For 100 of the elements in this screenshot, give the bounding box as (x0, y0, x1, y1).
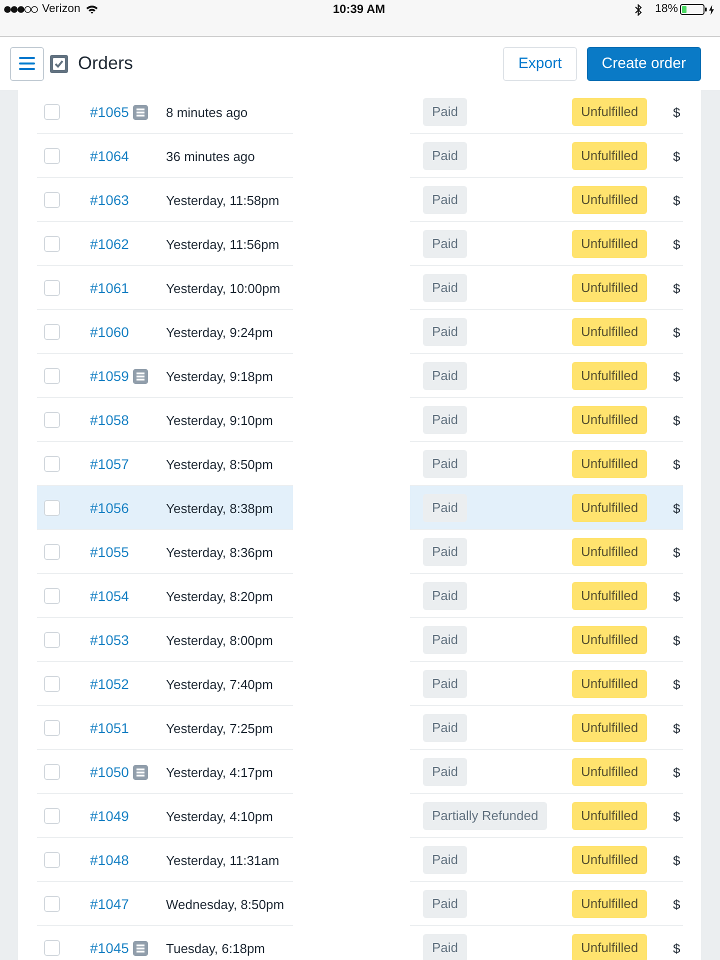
battery-icon (680, 4, 707, 15)
order-date: Yesterday, 8:38pm (166, 500, 273, 516)
order-total: $ (673, 500, 680, 516)
fulfillment-status-badge: Unfulfilled (572, 362, 648, 390)
order-date: Yesterday, 8:20pm (166, 588, 273, 604)
payment-status-badge: Paid (423, 142, 468, 170)
row-checkbox[interactable] (44, 324, 60, 340)
row-checkbox[interactable] (44, 280, 60, 296)
payment-status-badge: Paid (423, 450, 468, 478)
export-button[interactable]: Export (503, 46, 577, 80)
order-number-link[interactable]: #1047 (90, 896, 129, 912)
order-date: Yesterday, 10:00pm (166, 280, 280, 296)
order-total: $ (673, 412, 680, 428)
order-date: 8 minutes ago (166, 104, 248, 120)
order-total: $ (673, 324, 680, 340)
order-number-link[interactable]: #1049 (90, 808, 129, 824)
payment-status-badge: Paid (423, 406, 468, 434)
order-number-link[interactable]: #1058 (90, 412, 129, 428)
order-number-link[interactable]: #1050 (90, 764, 129, 780)
order-total: $ (673, 280, 680, 296)
order-total: $ (673, 852, 680, 868)
fulfillment-status-badge: Unfulfilled (572, 494, 648, 522)
order-number-link[interactable]: #1061 (90, 280, 129, 296)
payment-status-badge: Paid (423, 758, 468, 786)
order-number-link[interactable]: #1054 (90, 588, 129, 604)
fulfillment-status-badge: Unfulfilled (572, 230, 648, 258)
fulfillment-status-badge: Unfulfilled (572, 406, 648, 434)
order-number-link[interactable]: #1051 (90, 720, 129, 736)
fulfillment-status-badge: Unfulfilled (572, 934, 648, 960)
payment-status-badge: Paid (423, 98, 468, 126)
payment-status-badge: Paid (423, 714, 468, 742)
order-row[interactable]: #1056 Yesterday, 8:38pm Paid Unfulfilled $ (37, 486, 683, 530)
row-checkbox[interactable] (44, 720, 60, 736)
order-total: $ (673, 896, 680, 912)
page-title: Orders (78, 53, 134, 74)
order-number-link[interactable]: #1055 (90, 544, 129, 560)
row-checkbox[interactable] (44, 896, 60, 912)
order-total: $ (673, 148, 680, 164)
fulfillment-status-badge: Unfulfilled (572, 538, 648, 566)
row-checkbox[interactable] (44, 236, 60, 252)
fulfillment-status-badge: Unfulfilled (572, 846, 648, 874)
signal-dots-icon (4, 6, 38, 13)
payment-status-badge: Paid (423, 670, 468, 698)
order-number-link[interactable]: #1048 (90, 852, 129, 868)
fulfillment-status-badge: Unfulfilled (572, 670, 648, 698)
charging-bolt-icon (709, 4, 714, 14)
row-checkbox[interactable] (44, 808, 60, 824)
order-number-link[interactable]: #1056 (90, 500, 129, 516)
row-checkbox[interactable] (44, 676, 60, 692)
order-number-link[interactable]: #1062 (90, 236, 129, 252)
order-total: $ (673, 940, 680, 956)
row-checkbox[interactable] (44, 632, 60, 648)
order-total: $ (673, 368, 680, 384)
fulfillment-status-badge: Unfulfilled (572, 318, 648, 346)
fulfillment-status-badge: Unfulfilled (572, 582, 648, 610)
fulfillment-status-badge: Unfulfilled (572, 142, 648, 170)
order-date: Yesterday, 7:25pm (166, 720, 273, 736)
payment-status-badge: Paid (423, 494, 468, 522)
row-checkbox[interactable] (44, 412, 60, 428)
row-checkbox[interactable] (44, 940, 60, 956)
order-number-link[interactable]: #1064 (90, 148, 129, 164)
order-total: $ (673, 104, 680, 120)
order-number-link[interactable]: #1052 (90, 676, 129, 692)
row-checkbox[interactable] (44, 764, 60, 780)
order-total: $ (673, 588, 680, 604)
order-number-link[interactable]: #1057 (90, 456, 129, 472)
battery-percent: 18% (654, 2, 678, 17)
order-number-link[interactable]: #1065 (90, 104, 129, 120)
order-date: Yesterday, 8:50pm (166, 456, 273, 472)
order-total: $ (673, 720, 680, 736)
fulfillment-status-badge: Unfulfilled (572, 98, 648, 126)
order-date: Yesterday, 4:17pm (166, 764, 273, 780)
row-checkbox[interactable] (44, 852, 60, 868)
fulfillment-status-badge: Unfulfilled (572, 186, 648, 214)
carrier-name: Verizon (42, 2, 80, 17)
row-checkbox[interactable] (44, 588, 60, 604)
row-checkbox[interactable] (44, 104, 60, 120)
order-number-link[interactable]: #1060 (90, 324, 129, 340)
row-checkbox[interactable] (44, 192, 60, 208)
order-date: Yesterday, 9:18pm (166, 368, 273, 384)
menu-button[interactable] (10, 46, 44, 80)
payment-status-badge: Paid (423, 890, 468, 918)
order-number-link[interactable]: #1059 (90, 368, 129, 384)
order-number-link[interactable]: #1045 (90, 940, 129, 956)
create-order-button[interactable]: Create order (586, 46, 701, 80)
order-date: Yesterday, 9:24pm (166, 324, 273, 340)
fulfillment-status-badge: Unfulfilled (572, 714, 648, 742)
order-number-link[interactable]: #1063 (90, 192, 129, 208)
payment-status-badge: Paid (423, 230, 468, 258)
order-number-link[interactable]: #1053 (90, 632, 129, 648)
payment-status-badge: Partially Refunded (423, 802, 548, 830)
row-checkbox[interactable] (44, 456, 60, 472)
fulfillment-status-badge: Unfulfilled (572, 274, 648, 302)
row-checkbox[interactable] (44, 148, 60, 164)
order-date: Yesterday, 11:58pm (166, 192, 280, 208)
row-checkbox[interactable] (44, 368, 60, 384)
order-total: $ (673, 808, 680, 824)
order-date: Yesterday, 8:36pm (166, 544, 273, 560)
row-checkbox[interactable] (44, 500, 60, 516)
row-checkbox[interactable] (44, 544, 60, 560)
